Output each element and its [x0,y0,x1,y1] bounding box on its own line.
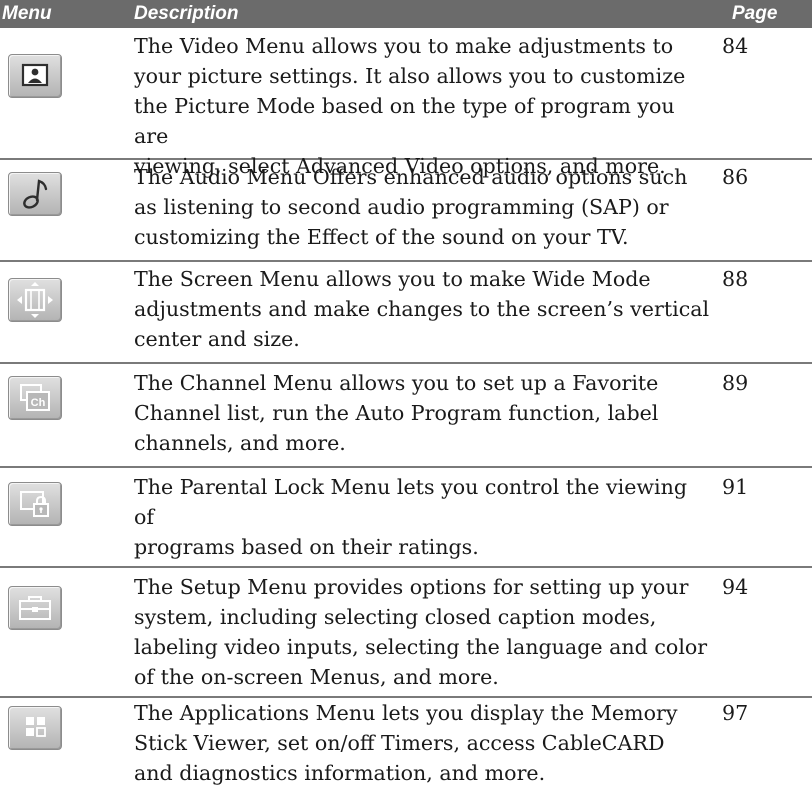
row-page-number: 91 [722,475,749,499]
channel-icon: Ch [20,384,50,411]
header-description: Description [134,3,239,24]
row-description: The Screen Menu allows you to make Wide … [134,267,710,351]
row-description: The Setup Menu provides options for sett… [134,575,708,689]
header-page: Page [732,3,778,24]
row-description: The Audio Menu Offers enhanced audio opt… [134,165,688,249]
table-row-channel: Ch The Channel Menu allows you to set up… [0,364,812,468]
table-row-audio: The Audio Menu Offers enhanced audio opt… [0,160,812,262]
audio-menu-button[interactable] [8,172,62,216]
table-row-parental-lock: The Parental Lock Menu lets you control … [0,468,812,568]
row-page-number: 88 [722,267,749,291]
row-description: The Video Menu allows you to make adjust… [134,34,686,178]
row-page-number: 89 [722,371,749,395]
video-picture-icon [21,63,49,87]
screen-resize-icon [17,282,53,318]
setup-menu-button[interactable] [8,586,62,630]
applications-grid-icon [26,717,46,737]
row-page-number: 94 [722,575,749,599]
row-page-number: 84 [722,34,749,58]
screen-menu-button[interactable] [8,278,62,322]
table-row-screen: The Screen Menu allows you to make Wide … [0,262,812,364]
applications-menu-button[interactable] [8,706,62,750]
parental-lock-menu-button[interactable] [8,482,62,526]
audio-note-icon [23,179,48,209]
table-header: Menu Description Page [0,0,812,28]
row-description: The Parental Lock Menu lets you control … [134,475,688,559]
setup-toolbox-icon [19,596,51,620]
row-description: The Channel Menu allows you to set up a … [134,371,659,455]
row-page-number: 97 [722,701,749,725]
header-menu: Menu [2,3,52,24]
channel-icon-text: Ch [31,397,46,409]
parental-lock-icon [20,491,49,517]
table-row-applications: The Applications Menu lets you display t… [0,698,812,788]
table-row-setup: The Setup Menu provides options for sett… [0,568,812,698]
table-row-video: The Video Menu allows you to make adjust… [0,28,812,178]
video-menu-button[interactable] [8,54,62,98]
row-description: The Applications Menu lets you display t… [134,701,678,785]
channel-menu-button[interactable]: Ch [8,376,62,420]
row-page-number: 86 [722,165,749,189]
